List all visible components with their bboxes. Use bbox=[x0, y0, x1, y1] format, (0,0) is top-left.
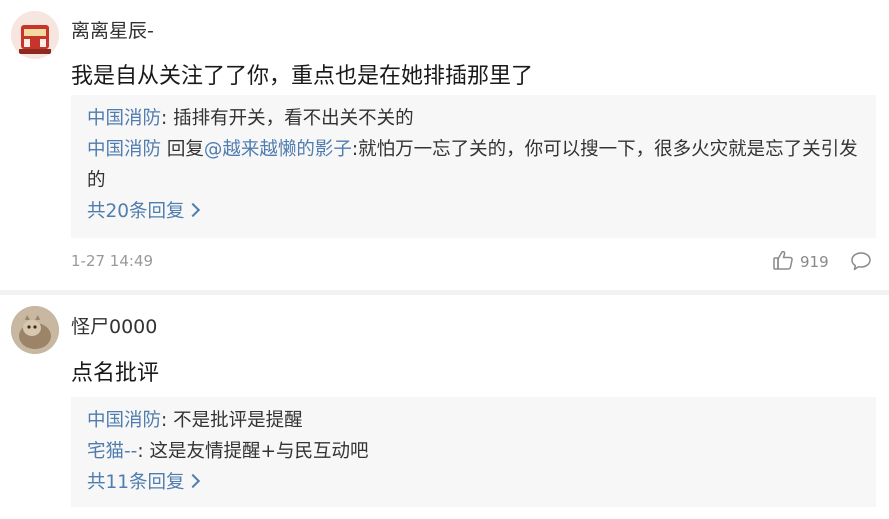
chevron-right-icon bbox=[185, 473, 200, 489]
reply-box: 中国消防: 不是批评是提醒 宅猫--: 这是友情提醒+与民互动吧 共11条回复 bbox=[71, 397, 876, 507]
reply-mention[interactable]: @越来越懒的影子 bbox=[204, 139, 352, 160]
comment-1: 离离星辰- 我是自从关注了了你，重点也是在她排插那里了 中国消防: 插排有开关，… bbox=[0, 0, 889, 290]
reply-item: 中国消防: 不是批评是提醒 bbox=[87, 405, 860, 436]
chevron-right-icon bbox=[185, 202, 200, 218]
reply-item: 中国消防 回复@越来越懒的影子:就怕万一忘了关的，你可以搜一下，很多火灾就是忘了… bbox=[87, 134, 860, 196]
like-count: 919 bbox=[800, 253, 829, 271]
reply-author[interactable]: 中国消防 bbox=[87, 108, 161, 129]
reply-author[interactable]: 宅猫-- bbox=[87, 441, 137, 462]
avatar[interactable] bbox=[11, 306, 59, 354]
reply-prefix: 回复 bbox=[161, 139, 204, 160]
reply-author[interactable]: 中国消防 bbox=[87, 139, 161, 160]
comment-text: 点名批评 bbox=[71, 361, 160, 386]
reply-item: 宅猫--: 这是友情提醒+与民互动吧 bbox=[87, 436, 860, 467]
avatar[interactable] bbox=[11, 11, 59, 59]
more-replies-link[interactable]: 共11条回复 bbox=[87, 467, 200, 499]
reply-text: 不是批评是提醒 bbox=[167, 410, 303, 431]
username[interactable]: 怪尸0000 bbox=[71, 312, 157, 339]
comment-text: 我是自从关注了了你，重点也是在她排插那里了 bbox=[71, 64, 534, 89]
more-replies-label: 共11条回复 bbox=[87, 472, 185, 493]
reply-author[interactable]: 中国消防 bbox=[87, 410, 161, 431]
thumbs-up-icon bbox=[772, 249, 794, 275]
reply-text: 这是友情提醒+与民互动吧 bbox=[143, 441, 369, 462]
like-button[interactable]: 919 bbox=[772, 250, 829, 274]
comment-2: 怪尸0000 点名批评 中国消防: 不是批评是提醒 宅猫--: 这是友情提醒+与… bbox=[0, 295, 889, 519]
reply-text: 插排有开关，看不出关不关的 bbox=[167, 108, 414, 129]
username[interactable]: 离离星辰- bbox=[71, 16, 154, 43]
reply-item: 中国消防: 插排有开关，看不出关不关的 bbox=[87, 103, 860, 134]
more-replies-link[interactable]: 共20条回复 bbox=[87, 196, 200, 228]
more-replies-label: 共20条回复 bbox=[87, 201, 185, 222]
reply-box: 中国消防: 插排有开关，看不出关不关的 中国消防 回复@越来越懒的影子:就怕万一… bbox=[71, 95, 876, 238]
timestamp: 1-27 14:49 bbox=[71, 252, 154, 270]
comment-bubble-icon[interactable] bbox=[850, 250, 872, 276]
